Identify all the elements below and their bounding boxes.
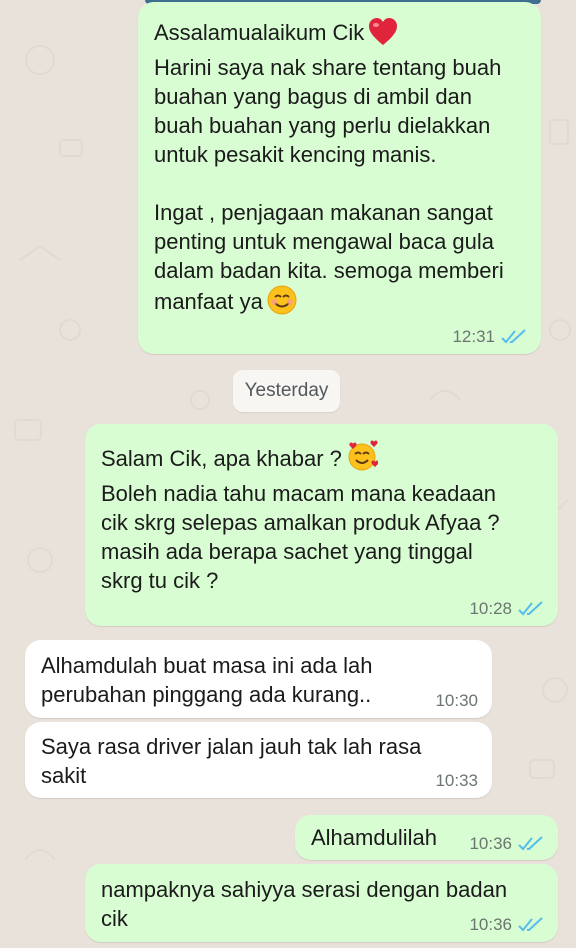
smiling-face-with-hearts-icon: [346, 440, 379, 479]
message-text: Saya rasa driver jalan jauh tak lah rasa…: [41, 734, 422, 788]
message-time: 12:31: [452, 327, 495, 346]
message-time: 10:28: [469, 599, 512, 618]
message-meta: 10:30: [435, 692, 478, 709]
message-meta: 10:36: [469, 835, 544, 852]
double-check-icon: [518, 916, 543, 931]
message-meta: 12:31: [452, 328, 527, 345]
message-bubble-incoming[interactable]: Saya rasa driver jalan jauh tak lah rasa…: [25, 722, 492, 798]
message-bubble-outgoing[interactable]: Assalamualaikum Cik Harini saya nak shar…: [138, 2, 541, 354]
message-text: Alhamdulah buat masa ini ada lah perubah…: [41, 653, 373, 707]
message-meta: 10:33: [435, 772, 478, 789]
message-text: Salam Cik, apa khabar ? Boleh nadia tahu…: [101, 440, 542, 595]
message-time: 10:30: [435, 691, 478, 710]
message-time: 10:36: [469, 915, 512, 934]
message-text: Assalamualaikum Cik Harini saya nak shar…: [154, 18, 525, 322]
message-time: 10:36: [469, 834, 512, 853]
date-separator: Yesterday: [233, 370, 340, 412]
message-bubble-outgoing[interactable]: Alhamdulilah 10:36: [295, 815, 558, 860]
double-check-icon: [501, 328, 526, 343]
smiling-face-icon: [267, 285, 297, 322]
double-check-icon: [518, 835, 543, 850]
message-time: 10:33: [435, 771, 478, 790]
message-meta: 10:36: [469, 916, 544, 933]
message-meta: 10:28: [469, 600, 544, 617]
message-bubble-outgoing[interactable]: Salam Cik, apa khabar ? Boleh nadia tahu…: [85, 424, 558, 626]
double-check-icon: [518, 600, 543, 615]
red-heart-icon: [368, 18, 398, 53]
message-bubble-outgoing[interactable]: nampaknya sahiyya serasi dengan badan ci…: [85, 864, 558, 942]
message-bubble-incoming[interactable]: Alhamdulah buat masa ini ada lah perubah…: [25, 640, 492, 718]
